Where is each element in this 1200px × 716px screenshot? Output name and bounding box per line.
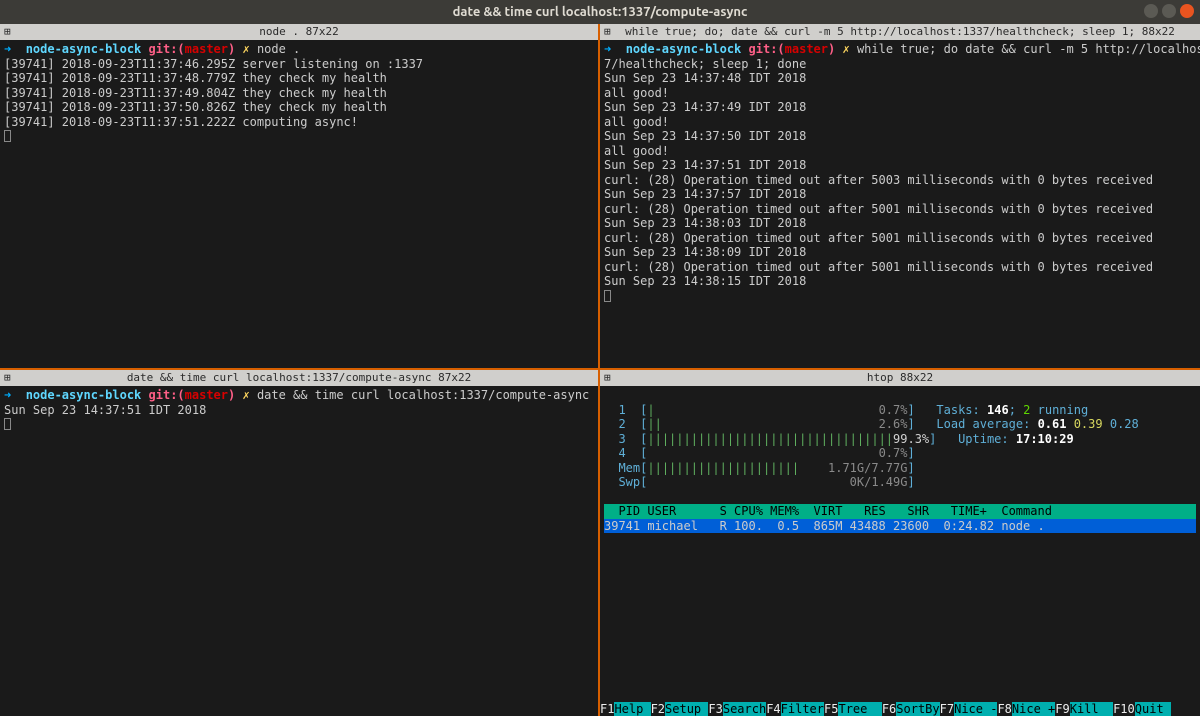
minimize-button[interactable] [1144, 4, 1158, 18]
close-button[interactable] [1180, 4, 1194, 18]
fkey-action[interactable]: Nice - [954, 702, 997, 716]
pane-title: ⊞ date && time curl localhost:1337/compu… [0, 370, 598, 386]
fkey-action[interactable]: Kill [1070, 702, 1113, 716]
terminal-output[interactable]: ➜ node-async-block git:(master) ✗ node .… [0, 40, 598, 368]
htop-process-row[interactable]: 39741 michael R 100. 0.5 865M 43488 2360… [604, 519, 1196, 534]
fkey-action[interactable]: Quit [1135, 702, 1171, 716]
fkey-label: F7 [940, 702, 954, 716]
pane-title: ⊞ htop 88x22 [600, 370, 1200, 386]
fkey-label: F3 [708, 702, 722, 716]
pane-corner-icon: ⊞ [604, 370, 611, 386]
fkey-label: F8 [997, 702, 1011, 716]
fkey-action[interactable]: Tree [838, 702, 881, 716]
fkey-action[interactable]: Nice + [1012, 702, 1055, 716]
pane-compute-async[interactable]: ⊞ date && time curl localhost:1337/compu… [0, 370, 600, 716]
pane-node[interactable]: ⊞ node . 87x22 ➜ node-async-block git:(m… [0, 24, 600, 370]
window-controls [1144, 4, 1194, 18]
pane-title: ⊞ while true; do; date && curl -m 5 http… [600, 24, 1200, 40]
fkey-action[interactable]: Filter [781, 702, 824, 716]
fkey-label: F9 [1055, 702, 1069, 716]
tmux-grid: ⊞ node . 87x22 ➜ node-async-block git:(m… [0, 24, 1200, 716]
fkey-label: F6 [882, 702, 896, 716]
pane-healthcheck[interactable]: ⊞ while true; do; date && curl -m 5 http… [600, 24, 1200, 370]
fkey-action[interactable]: Search [723, 702, 766, 716]
window-titlebar: date && time curl localhost:1337/compute… [0, 0, 1200, 24]
maximize-button[interactable] [1162, 4, 1176, 18]
htop-output[interactable]: 1 [| 0.7%] Tasks: 146; 2 running 2 [|| 2… [600, 386, 1200, 716]
pane-corner-icon: ⊞ [4, 24, 11, 40]
htop-fkeys: F1Help F2Setup F3SearchF4FilterF5Tree F6… [600, 702, 1171, 716]
htop-header[interactable]: PID USER S CPU% MEM% VIRT RES SHR TIME+ … [604, 504, 1196, 519]
fkey-label: F5 [824, 702, 838, 716]
window-title: date && time curl localhost:1337/compute… [453, 5, 748, 19]
fkey-label: F2 [651, 702, 665, 716]
terminal-output[interactable]: ➜ node-async-block git:(master) ✗ while … [600, 40, 1200, 368]
pane-title: ⊞ node . 87x22 [0, 24, 598, 40]
pane-htop[interactable]: ⊞ htop 88x22 1 [| 0.7%] Tasks: 146; 2 ru… [600, 370, 1200, 716]
fkey-label: F1 [600, 702, 614, 716]
fkey-action[interactable]: Setup [665, 702, 708, 716]
fkey-label: F10 [1113, 702, 1135, 716]
terminal-output[interactable]: ➜ node-async-block git:(master) ✗ date &… [0, 386, 598, 716]
fkey-action[interactable]: Help [614, 702, 650, 716]
pane-corner-icon: ⊞ [4, 370, 11, 386]
pane-corner-icon: ⊞ [604, 24, 611, 40]
fkey-action[interactable]: SortBy [896, 702, 939, 716]
fkey-label: F4 [766, 702, 780, 716]
